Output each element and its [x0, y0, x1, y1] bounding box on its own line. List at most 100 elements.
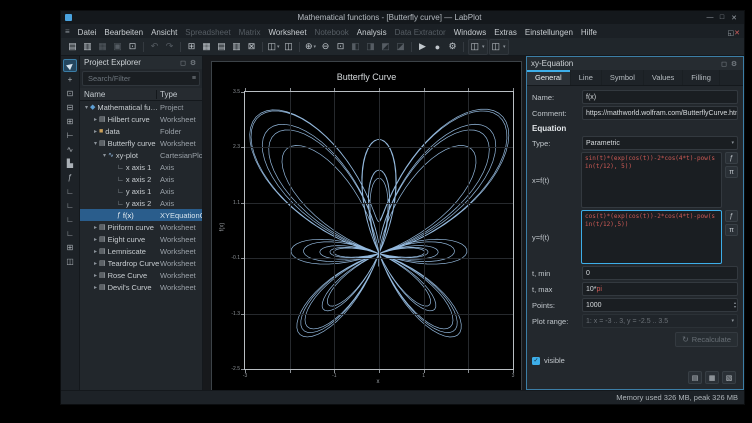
tab-line[interactable]: Line: [571, 70, 602, 85]
align-right-button[interactable]: ◨: [364, 40, 378, 54]
dock-float-icon[interactable]: ◻: [719, 60, 729, 68]
tab-values[interactable]: Values: [644, 70, 683, 85]
import-data-button[interactable]: ⊠: [245, 40, 259, 54]
tree-item-hilbert-curve[interactable]: ▸▤Hilbert curveWorksheet: [80, 113, 202, 125]
minimize-icon[interactable]: —: [704, 14, 716, 21]
template-save-as-button[interactable]: ▧: [722, 371, 736, 384]
name-field[interactable]: f(x): [582, 90, 738, 104]
add-axis-bottom-button[interactable]: ∟: [63, 185, 77, 198]
menu-einstellungen[interactable]: Einstellungen: [521, 28, 577, 37]
expander-icon[interactable]: ▸: [92, 128, 99, 135]
points-spinbox[interactable]: 1000 ▴▾: [582, 298, 738, 312]
add-axis-right-button[interactable]: ∟: [63, 227, 77, 240]
add-histogram-button[interactable]: ▙: [63, 157, 77, 170]
menu-datei[interactable]: Datei: [74, 28, 101, 37]
filter-icon[interactable]: ≡: [192, 75, 196, 82]
y-equation-input[interactable]: cos(t)*(exp(cos(t))-2*cos(4*t)-pow(sin(t…: [581, 210, 722, 264]
worksheet-sheet[interactable]: Butterfly Curve 3.52.31.1-0.1-1.3-2.5-3-…: [211, 61, 522, 390]
insert-constant-icon[interactable]: π: [725, 166, 738, 178]
view-mode-combo[interactable]: ◫▾: [468, 39, 488, 55]
zoom-x-select-tool[interactable]: ⊟: [63, 101, 77, 114]
column-type[interactable]: Type: [157, 90, 202, 99]
zoom-fit-button[interactable]: ⊡: [334, 40, 348, 54]
tree-item-mathematical-functions[interactable]: ▾◆Mathematical functionsProject: [80, 101, 202, 113]
insert-function-icon[interactable]: ƒ: [725, 210, 738, 222]
save-project-button[interactable]: ▦: [96, 40, 110, 54]
menu-ansicht[interactable]: Ansicht: [147, 28, 181, 37]
close-icon[interactable]: ✕: [728, 14, 740, 22]
dock-menu-icon[interactable]: ⚙: [188, 59, 198, 67]
tree-item-lemniscate[interactable]: ▸▤LemniscateWorksheet: [80, 245, 202, 257]
zoom-y-select-tool[interactable]: ⊞: [63, 115, 77, 128]
tab-general[interactable]: General: [527, 70, 571, 85]
tree-item-data[interactable]: ▸■dataFolder: [80, 125, 202, 137]
new-worksheet-button[interactable]: ▤: [215, 40, 229, 54]
zoom-out-button[interactable]: ⊖: [319, 40, 333, 54]
hamburger-icon[interactable]: ≡: [65, 27, 70, 36]
tab-symbol[interactable]: Symbol: [602, 70, 644, 85]
magnification-combo[interactable]: ◫▾: [489, 39, 509, 55]
spinner-arrows[interactable]: ▴▾: [734, 299, 736, 311]
cursor-tool[interactable]: ⊢: [63, 129, 77, 142]
tree-item-f-x-[interactable]: ƒf(x)XYEquationCurve: [80, 209, 202, 221]
dock-menu-icon[interactable]: ⚙: [729, 60, 739, 68]
tree-item-x-axis-1[interactable]: ∟x axis 1Axis: [80, 161, 202, 173]
stop-button[interactable]: ●: [431, 40, 445, 54]
insert-function-icon[interactable]: ƒ: [725, 152, 738, 164]
expander-icon[interactable]: ▸: [92, 272, 99, 279]
add-equation-curve-button[interactable]: ƒ: [63, 171, 77, 184]
add-plot-button[interactable]: ◫▾: [267, 40, 281, 54]
add-legend-button[interactable]: ◫: [63, 255, 77, 268]
expander-icon[interactable]: ▾: [83, 104, 90, 111]
align-left-button[interactable]: ◧: [349, 40, 363, 54]
tree-item-piriform-curve[interactable]: ▸▤Piriform curveWorksheet: [80, 221, 202, 233]
tree-item-xy-plot[interactable]: ▾∿xy-plotCartesianPlot: [80, 149, 202, 161]
menu-bearbeiten[interactable]: Bearbeiten: [100, 28, 147, 37]
add-axis-top-button[interactable]: ∟: [63, 213, 77, 226]
plot-area[interactable]: 3.52.31.1-0.1-1.3-2.5-3-113: [244, 91, 514, 370]
template-load-button[interactable]: ▤: [688, 371, 702, 384]
add-axis-left-button[interactable]: ∟: [63, 199, 77, 212]
expander-icon[interactable]: ▸: [92, 224, 99, 231]
open-project-button[interactable]: ▥: [81, 40, 95, 54]
menu-windows[interactable]: Windows: [450, 28, 490, 37]
x-equation-input[interactable]: sin(t)*(exp(cos(t))-2*cos(4*t)-pow(sin(t…: [581, 152, 722, 208]
tab-filling[interactable]: Filling: [683, 70, 720, 85]
tree-item-rose-curve[interactable]: ▸▤Rose CurveWorksheet: [80, 269, 202, 281]
menu-worksheet[interactable]: Worksheet: [264, 28, 310, 37]
expander-icon[interactable]: ▸: [92, 248, 99, 255]
menu-analysis[interactable]: Analysis: [353, 28, 391, 37]
tree-item-y-axis-2[interactable]: ∟y axis 2Axis: [80, 197, 202, 209]
tree-item-x-axis-2[interactable]: ∟x axis 2Axis: [80, 173, 202, 185]
new-project-button[interactable]: ▤: [66, 40, 80, 54]
expander-icon[interactable]: ▾: [101, 152, 108, 159]
navigate-tool[interactable]: +: [63, 73, 77, 86]
expander-icon[interactable]: ▸: [92, 284, 99, 291]
column-name[interactable]: Name: [80, 90, 157, 99]
menu-hilfe[interactable]: Hilfe: [577, 28, 601, 37]
menu-extras[interactable]: Extras: [490, 28, 521, 37]
tmax-input[interactable]: 10*pi: [582, 282, 738, 296]
add-curve-button[interactable]: ∿: [63, 143, 77, 156]
tree-item-eight-curve[interactable]: ▸▤Eight curveWorksheet: [80, 233, 202, 245]
dock-float-icon[interactable]: ◻: [178, 59, 188, 67]
recalculate-button[interactable]: ↻ Recalculate: [675, 332, 738, 347]
tree-item-y-axis-1[interactable]: ∟y axis 1Axis: [80, 185, 202, 197]
type-combobox[interactable]: Parametric▾: [582, 136, 738, 150]
expander-icon[interactable]: ▸: [92, 236, 99, 243]
visible-checkbox[interactable]: ✓: [532, 357, 540, 365]
settings-button[interactable]: ⚙: [446, 40, 460, 54]
insert-constant-icon[interactable]: π: [725, 224, 738, 236]
export-button[interactable]: ⊡: [126, 40, 140, 54]
new-matrix-button[interactable]: ▦: [200, 40, 214, 54]
mdi-close-icon[interactable]: ✕: [734, 30, 740, 37]
expander-icon[interactable]: ▸: [92, 116, 99, 123]
expander-icon[interactable]: ▾: [92, 140, 99, 147]
print-button[interactable]: ▣: [111, 40, 125, 54]
new-spreadsheet-button[interactable]: ⊞: [185, 40, 199, 54]
add-grid-button[interactable]: ⊞: [63, 241, 77, 254]
zoom-select-tool[interactable]: ⊡: [63, 87, 77, 100]
undo-button[interactable]: ↶: [148, 40, 162, 54]
tree-item-devil-s-curve[interactable]: ▸▤Devil's CurveWorksheet: [80, 281, 202, 293]
maximize-icon[interactable]: □: [716, 14, 728, 21]
